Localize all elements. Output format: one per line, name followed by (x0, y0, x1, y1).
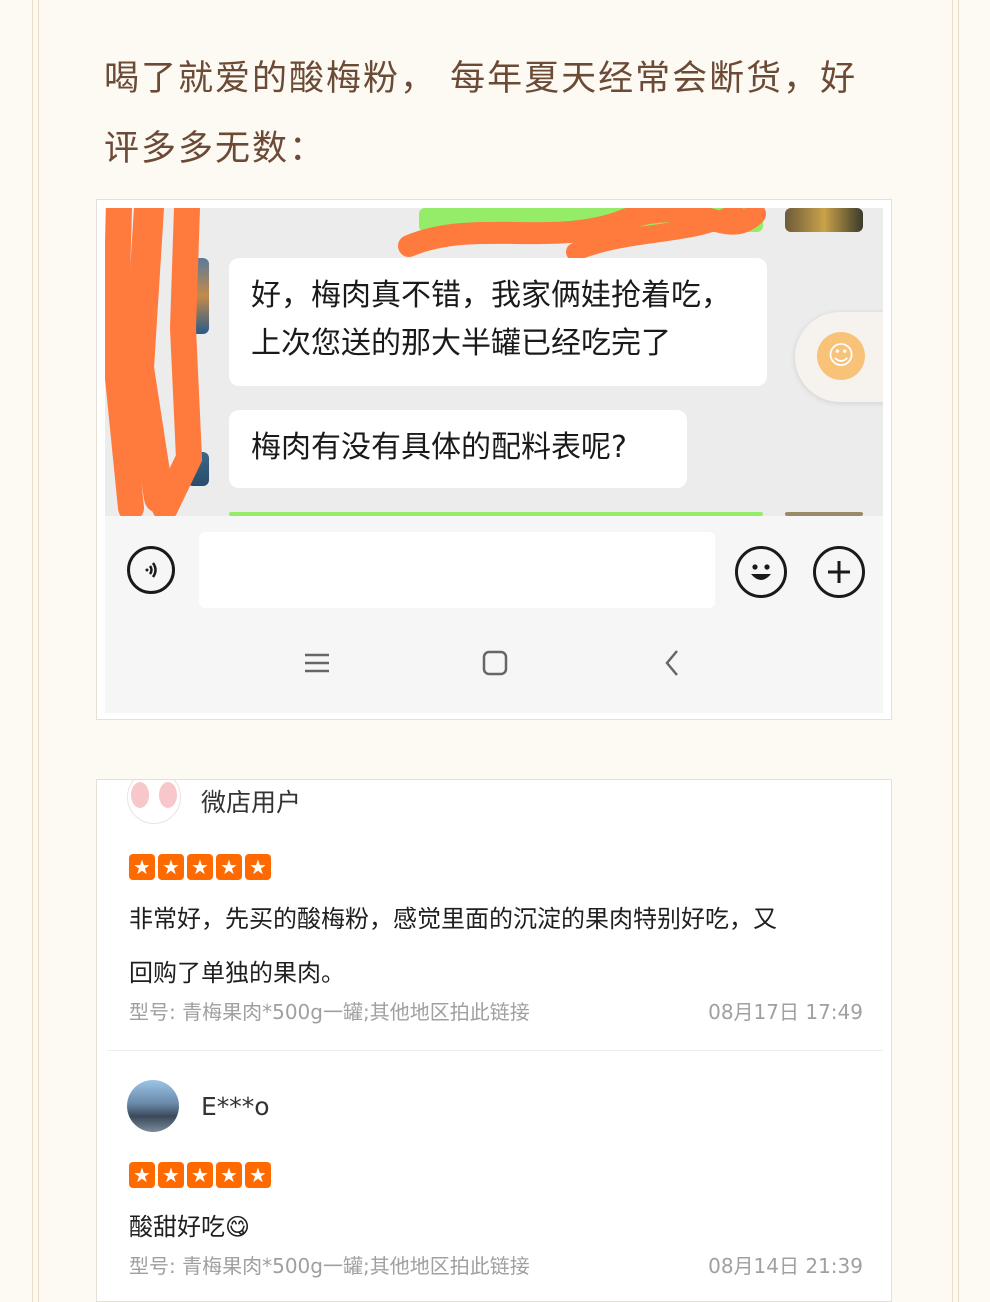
chat-message-area: 好，梅肉真不错，我家俩娃抢着吃， 上次您送的那大半罐已经吃完了 梅肉有没有具体的… (105, 208, 883, 516)
review-date: 08月17日 17:49 (708, 1000, 863, 1024)
chat-screenshot: 好，梅肉真不错，我家俩娃抢着吃， 上次您送的那大半罐已经吃完了 梅肉有没有具体的… (96, 199, 892, 720)
star-icon: ★ (129, 1162, 155, 1188)
message-1-line-1: 好，梅肉真不错，我家俩娃抢着吃， (251, 278, 731, 313)
received-message-1[interactable]: 好，梅肉真不错，我家俩娃抢着吃， 上次您送的那大半罐已经吃完了 (229, 258, 767, 386)
chat-input-bar (105, 516, 883, 625)
review-username: E***o (201, 1092, 270, 1121)
review-text-line-1: 非常好，先买的酸梅粉，感觉里面的沉淀的果肉特别好吃，又 (129, 905, 777, 933)
review-username: 微店用户 (201, 788, 302, 817)
voice-icon[interactable] (127, 546, 175, 594)
plus-icon[interactable] (813, 546, 865, 598)
page-border-right (958, 0, 959, 1302)
review-text: 酸甜好吃😋 (129, 1200, 869, 1254)
star-icon: ★ (187, 854, 213, 880)
system-nav-bar (105, 621, 883, 713)
rating-stars: ★ ★ ★ ★ ★ (129, 1162, 271, 1188)
page-border-left (32, 0, 33, 1302)
star-icon: ★ (216, 854, 242, 880)
avatar-top-right (785, 208, 863, 232)
message-1-line-2: 上次您送的那大半罐已经吃完了 (251, 326, 671, 361)
accessibility-float-button[interactable]: ☺ (795, 312, 883, 402)
review-text-line-2: 回购了单独的果肉。 (129, 959, 345, 987)
user-avatar[interactable] (127, 1080, 179, 1132)
star-icon: ★ (245, 1162, 271, 1188)
reviews-card: 微店用户 ★ ★ ★ ★ ★ 非常好，先买的酸梅粉，感觉里面的沉淀的果肉特别好吃… (96, 779, 892, 1302)
accessibility-icon: ☺ (817, 332, 865, 380)
back-icon[interactable] (659, 649, 687, 685)
review-variant: 型号: 青梅果肉*500g一罐;其他地区拍此链接 (129, 1254, 530, 1278)
star-icon: ★ (129, 854, 155, 880)
review-date: 08月14日 21:39 (708, 1254, 863, 1278)
intro-line-2: 评多多无数： (104, 129, 327, 169)
intro-line-1: 喝了就爱的酸梅粉， 每年夏天经常会断货，好 (104, 59, 858, 99)
message-2-text: 梅肉有没有具体的配料表呢? (251, 430, 627, 465)
review-divider (107, 1050, 883, 1051)
user-avatar[interactable] (127, 780, 181, 824)
intro-paragraph: 喝了就爱的酸梅粉， 每年夏天经常会断货，好 评多多无数： (104, 44, 894, 184)
page-border-left-inner (38, 0, 39, 1302)
emoji-icon[interactable] (735, 546, 787, 598)
star-icon: ★ (245, 854, 271, 880)
page-border-right-inner (952, 0, 953, 1302)
star-icon: ★ (216, 1162, 242, 1188)
review-text-line-1: 酸甜好吃😋 (129, 1213, 251, 1241)
star-icon: ★ (158, 854, 184, 880)
message-input[interactable] (199, 532, 715, 608)
received-message-2[interactable]: 梅肉有没有具体的配料表呢? (229, 410, 687, 488)
redaction-scribble-left (105, 208, 203, 516)
star-icon: ★ (187, 1162, 213, 1188)
review-text: 非常好，先买的酸梅粉，感觉里面的沉淀的果肉特别好吃，又 回购了单独的果肉。 (129, 892, 869, 1000)
rating-stars: ★ ★ ★ ★ ★ (129, 854, 271, 880)
home-icon[interactable] (481, 649, 509, 685)
menu-icon[interactable] (303, 649, 331, 685)
star-icon: ★ (158, 1162, 184, 1188)
review-variant: 型号: 青梅果肉*500g一罐;其他地区拍此链接 (129, 1000, 530, 1024)
